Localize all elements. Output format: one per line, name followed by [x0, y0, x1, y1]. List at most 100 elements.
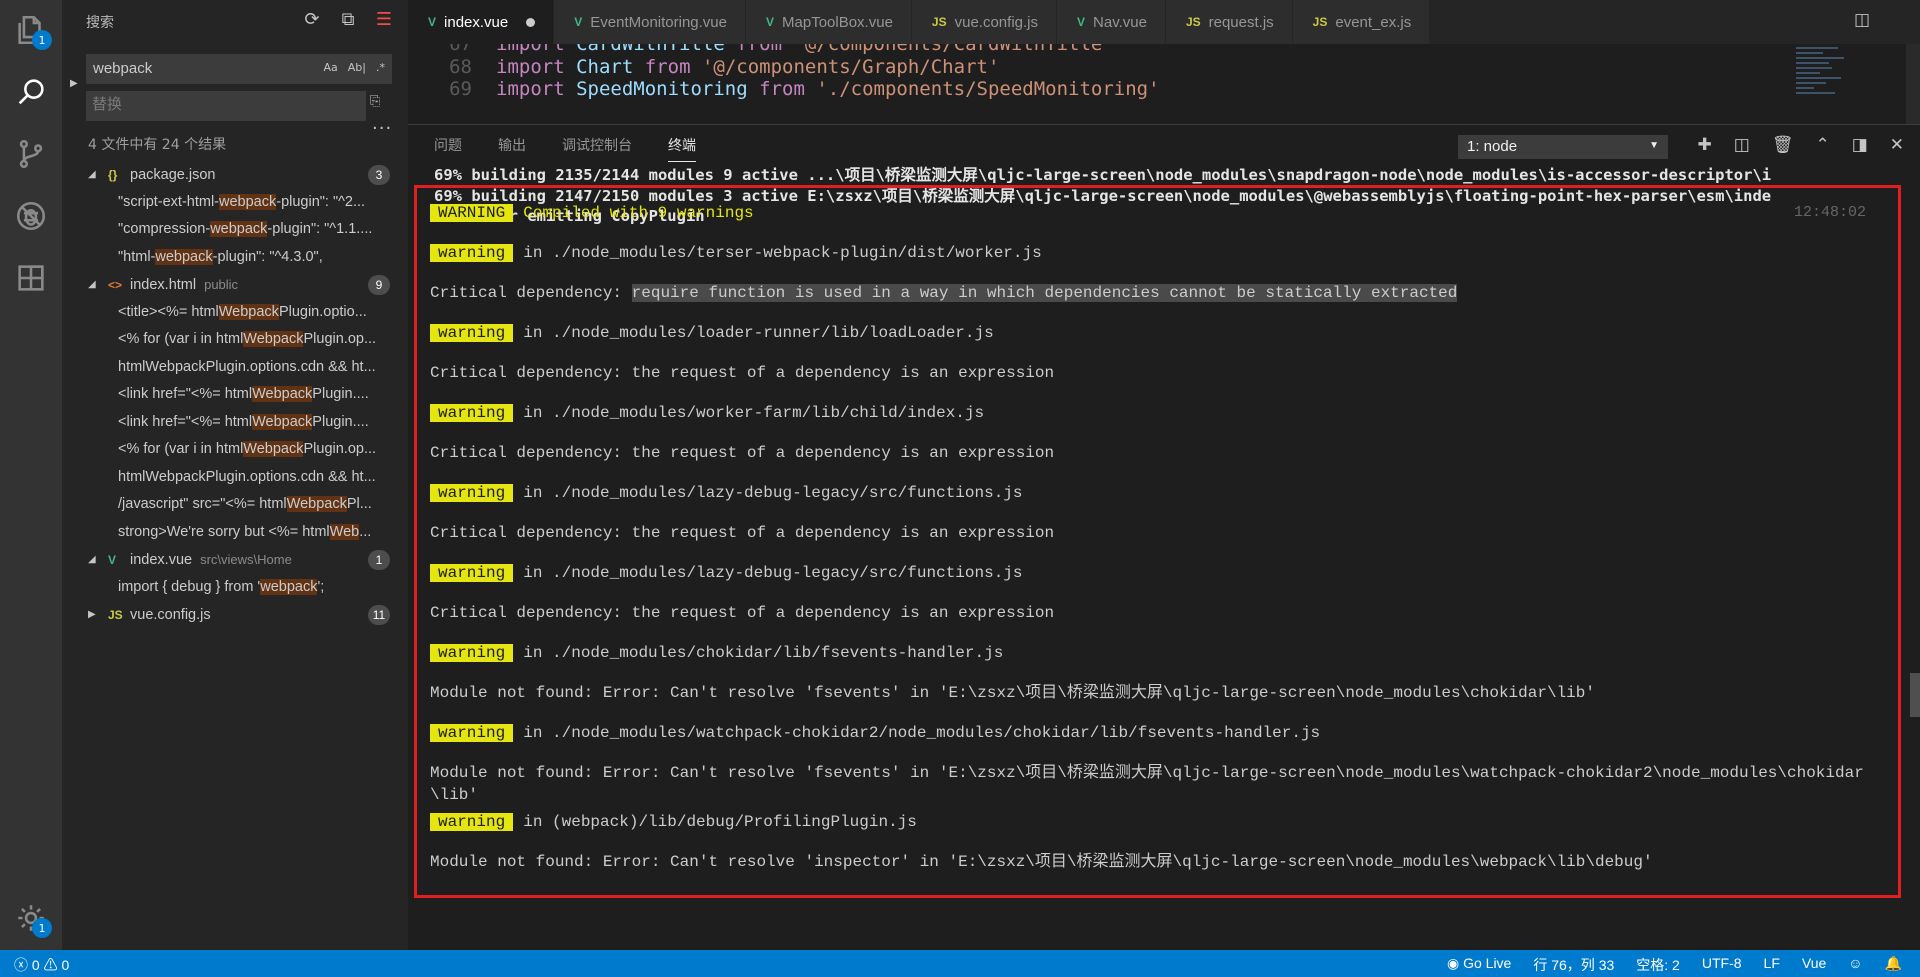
new-terminal-icon[interactable]: ✚: [1698, 135, 1712, 155]
terminal-selector[interactable]: 1: node ▼: [1458, 135, 1668, 159]
match-prefix: <link href="<%= html: [118, 386, 253, 402]
editor-tab[interactable]: JS vue.config.js: [911, 0, 1057, 44]
cursor-position[interactable]: 行 76，列 33: [1533, 955, 1614, 975]
chevron-down-icon[interactable]: ◢: [88, 554, 102, 565]
editor-tab[interactable]: Vindex.vue: [408, 0, 555, 44]
panel-tab[interactable]: 问题: [434, 135, 462, 162]
status-bar: ⓧ 0 ⚠ 0 ◉ Go Live 行 76，列 33 空格: 2 UTF-8 …: [0, 950, 1920, 977]
kill-terminal-icon[interactable]: 🗑: [1772, 135, 1794, 155]
file-type-icon: {}: [108, 167, 118, 182]
toggle-replace-icon[interactable]: ▶: [70, 78, 78, 89]
encoding[interactable]: UTF-8: [1702, 955, 1742, 975]
result-match-row[interactable]: <% for (var i in htmlWebpackPlugin.op...: [62, 326, 408, 354]
debug-icon[interactable]: [0, 186, 62, 246]
result-match-row[interactable]: <link href="<%= htmlWebpackPlugin....: [62, 381, 408, 409]
compile-warning-header: WARNING Compiled with 9 warnings 12:48:02: [430, 202, 1880, 242]
editor-tab[interactable]: JS event_ex.js: [1292, 0, 1431, 44]
clear-results-icon[interactable]: ⧉: [338, 10, 358, 30]
match-prefix: <title><%= html: [118, 303, 219, 320]
panel-position-icon[interactable]: ◨: [1852, 135, 1868, 155]
result-match-row[interactable]: "script-ext-html-webpack-plugin": "^2...: [62, 189, 408, 217]
code-editor[interactable]: 67 import CardWithTitle from '@/component…: [408, 44, 1920, 124]
warning-message: Critical dependency: the request of a de…: [430, 364, 1055, 382]
warning-badge: warning: [430, 404, 514, 422]
editor-scrollbar[interactable]: [1906, 44, 1920, 124]
maximize-panel-icon[interactable]: ⌃: [1815, 135, 1829, 155]
match-case-toggle[interactable]: Aa: [324, 61, 338, 74]
end-of-line[interactable]: LF: [1764, 955, 1780, 975]
indentation[interactable]: 空格: 2: [1636, 955, 1680, 975]
editor-tab[interactable]: V MapToolBox.vue: [746, 0, 912, 44]
refresh-icon[interactable]: ⟳: [302, 10, 322, 30]
warning-location-line: warning in ./node_modules/loader-runner/l…: [430, 322, 1880, 362]
warning-message-line: Critical dependency: the request of a de…: [430, 522, 1880, 562]
panel-tab[interactable]: 调试控制台: [562, 135, 632, 162]
result-match-row[interactable]: "html-webpack-plugin": "^4.3.0",: [62, 244, 408, 272]
search-icon[interactable]: [0, 62, 62, 122]
result-match-row[interactable]: "compression-webpack-plugin": "^1.1....: [62, 216, 408, 244]
warning-location-line: warning in ./node_modules/lazy-debug-lega…: [430, 482, 1880, 522]
result-match-row[interactable]: import { debug } from 'webpack';: [62, 574, 408, 602]
match-highlight: Webpack: [286, 496, 347, 512]
result-match-row[interactable]: <title><%= htmlWebpackPlugin.optio...: [62, 299, 408, 327]
editor-tab[interactable]: V Nav.vue: [1057, 0, 1166, 44]
source-control-icon[interactable]: [0, 124, 62, 184]
problems-indicator[interactable]: ⓧ 0 ⚠ 0: [14, 955, 69, 975]
match-prefix: strong>We're sorry but <%= html: [118, 523, 330, 540]
result-file-row[interactable]: ◢ Vindex.vue src\views\Home 1: [62, 546, 408, 574]
regex-toggle[interactable]: .*: [376, 61, 385, 74]
settings-gear-icon[interactable]: 1: [0, 888, 62, 948]
result-match-row[interactable]: htmlWebpackPlugin.options.cdn && ht...: [62, 464, 408, 492]
close-panel-icon[interactable]: ✕: [1890, 135, 1904, 155]
result-file-row[interactable]: ▶ JS vue.config.js 11: [62, 601, 408, 629]
panel-tab[interactable]: 输出: [498, 135, 526, 162]
match-prefix: <link href="<%= html: [118, 413, 253, 430]
split-terminal-icon[interactable]: ◫: [1734, 135, 1750, 155]
warning-path: in (webpack)/lib/debug/ProfilingPlugin.j…: [523, 813, 917, 831]
editor-tab[interactable]: JS request.js: [1165, 0, 1293, 44]
extensions-icon[interactable]: [0, 248, 62, 308]
sidebar-actions: ⟳ ⧉ ☰: [302, 10, 394, 30]
match-count-badge: 1: [368, 549, 390, 570]
result-file-row[interactable]: ◢ {} package.json 3: [62, 161, 408, 189]
result-match-row[interactable]: strong>We're sorry but <%= htmlWeb...: [62, 519, 408, 547]
search-sidebar: 搜索 ⟳ ⧉ ☰ ▶ Aa Ab| .* ⎘ ··· 4 文件中有 24 个结果…: [62, 0, 408, 950]
go-live-button[interactable]: ◉ Go Live: [1447, 955, 1511, 975]
language-mode[interactable]: Vue: [1802, 955, 1826, 975]
result-match-row[interactable]: <link href="<%= htmlWebpackPlugin....: [62, 409, 408, 437]
feedback-smiley-icon[interactable]: ☺: [1848, 955, 1862, 975]
collapse-all-icon[interactable]: ☰: [374, 10, 394, 30]
broadcast-icon: ◉: [1446, 955, 1464, 971]
explorer-icon[interactable]: 1: [0, 0, 62, 60]
warning-badge: warning: [430, 644, 514, 662]
chevron-down-icon[interactable]: ◢: [88, 279, 102, 290]
replace-all-icon[interactable]: ⎘: [370, 94, 392, 116]
panel-tab[interactable]: 终端: [668, 135, 696, 162]
replace-input[interactable]: [86, 91, 306, 118]
unsaved-dot-icon[interactable]: [526, 17, 536, 27]
result-match-row[interactable]: <% for (var i in htmlWebpackPlugin.op...: [62, 436, 408, 464]
result-match-row[interactable]: /javascript" src="<%= htmlWebpackPl...: [62, 491, 408, 519]
warning-message: Critical dependency:: [430, 284, 632, 302]
chevron-right-icon[interactable]: ▶: [88, 609, 102, 620]
more-options-icon[interactable]: ···: [372, 118, 392, 139]
match-prefix: "script-ext-html-: [118, 193, 220, 210]
match-highlight: Web: [329, 523, 360, 540]
warning-message-line: Module not found: Error: Can't resolve '…: [430, 762, 1880, 811]
split-editor-icon[interactable]: ◫: [1854, 10, 1906, 30]
result-match-row[interactable]: htmlWebpackPlugin.options.cdn && ht...: [62, 354, 408, 382]
chevron-down-icon[interactable]: ◢: [88, 169, 102, 180]
search-input[interactable]: [87, 55, 307, 82]
terminal-scrollbar-thumb[interactable]: [1910, 673, 1920, 717]
tab-label: vue.config.js: [954, 13, 1038, 31]
editor-tab[interactable]: V EventMonitoring.vue: [554, 0, 746, 44]
sidebar-title: 搜索: [86, 15, 114, 31]
minimap[interactable]: [1796, 44, 1856, 124]
code-line: 69 import SpeedMonitoring from './compone…: [408, 75, 1159, 103]
file-path: public: [204, 277, 239, 293]
notifications-bell-icon[interactable]: 🔔: [1885, 955, 1902, 975]
match-prefix: <% for (var i in html: [118, 331, 244, 347]
match-word-toggle[interactable]: Ab|: [348, 61, 366, 74]
result-file-row[interactable]: ◢ <> index.html public 9: [62, 271, 408, 299]
tab-label: MapToolBox.vue: [782, 13, 893, 31]
